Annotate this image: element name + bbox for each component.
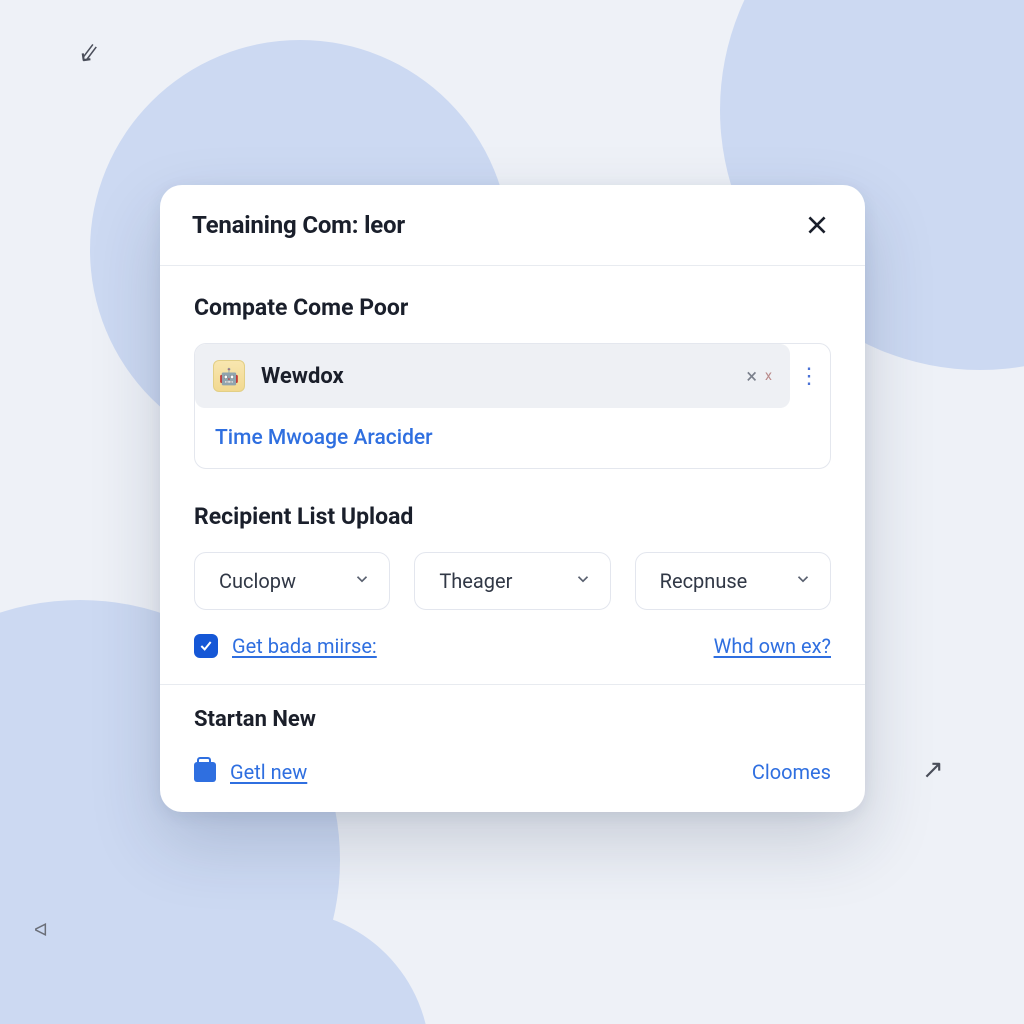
dropdown-label: Cuclopw — [219, 569, 296, 593]
footer-left: Getl new — [194, 760, 307, 784]
modal-title: Tenaining Com: leor — [192, 211, 405, 239]
footer-row: Getl new Cloomes — [194, 760, 831, 784]
dropdown-cuclopw[interactable]: Cuclopw — [194, 552, 390, 610]
template-picker: 🤖 Wewdox × x ⋮ Time Mwoage Aracider — [194, 343, 831, 469]
clear-template-small-icon[interactable]: x — [765, 368, 772, 384]
recipient-dropdown-row: Cuclopw Theager Recpnuse — [194, 552, 831, 610]
hint-link[interactable]: Whd own ex? — [714, 634, 831, 658]
template-clear-group: × x — [746, 364, 772, 388]
check-icon — [198, 638, 214, 654]
modal-header: Tenaining Com: leor — [160, 185, 865, 266]
dropdown-theager[interactable]: Theager — [414, 552, 610, 610]
cloomes-link[interactable]: Cloomes — [752, 760, 831, 784]
dropdown-recpnuse[interactable]: Recpnuse — [635, 552, 831, 610]
briefcase-icon — [194, 762, 216, 782]
chevron-down-icon — [353, 569, 371, 593]
training-composer-modal: Tenaining Com: leor Compate Come Poor 🤖 … — [160, 185, 865, 812]
get-bada-checkbox[interactable] — [194, 634, 218, 658]
get-new-link[interactable]: Getl new — [230, 760, 307, 784]
chevron-down-icon — [574, 569, 592, 593]
dropdown-label: Theager — [439, 569, 512, 593]
options-row: Get bada miirse: Whd own ex? — [194, 634, 831, 658]
section-heading-recipients: Recipient List Upload — [194, 503, 831, 530]
decorative-glyph-icon: ↗ — [922, 755, 944, 785]
clear-template-button[interactable]: × — [746, 364, 757, 388]
template-picker-row: 🤖 Wewdox × x ⋮ — [195, 344, 830, 408]
alternate-template-link[interactable]: Time Mwoage Aracider — [195, 408, 830, 468]
template-icon: 🤖 — [213, 360, 245, 392]
dropdown-label: Recpnuse — [660, 569, 748, 593]
chevron-down-icon — [794, 569, 812, 593]
template-name: Wewdox — [261, 364, 344, 389]
modal-footer: Startan New Getl new Cloomes — [160, 685, 865, 812]
template-more-menu[interactable]: ⋮ — [790, 364, 830, 389]
checkbox-label-link[interactable]: Get bada miirse: — [232, 634, 377, 658]
selected-template-chip[interactable]: 🤖 Wewdox × x — [195, 344, 790, 408]
checkbox-group: Get bada miirse: — [194, 634, 377, 658]
close-icon — [804, 212, 830, 238]
decorative-glyph-icon: ⇙ — [76, 37, 102, 70]
decorative-glyph-icon: ᐊ — [34, 920, 48, 941]
close-button[interactable] — [799, 207, 835, 243]
footer-heading: Startan New — [194, 707, 831, 732]
kebab-icon: ⋮ — [798, 364, 822, 389]
modal-body: Compate Come Poor 🤖 Wewdox × x ⋮ Time Mw… — [160, 266, 865, 685]
section-heading-template: Compate Come Poor — [194, 294, 831, 321]
